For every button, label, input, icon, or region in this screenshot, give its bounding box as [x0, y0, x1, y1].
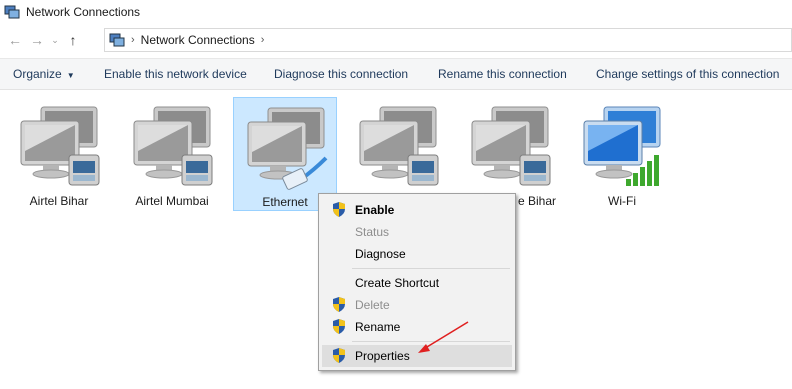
- menu-separator: [352, 268, 510, 269]
- organize-label: Organize: [13, 67, 62, 81]
- organize-dropdown-icon: ▼: [66, 71, 75, 80]
- network-device-icon: [359, 106, 439, 186]
- breadcrumb-chevron-icon[interactable]: ›: [261, 34, 265, 46]
- network-connections-icon: [4, 5, 20, 19]
- rename-connection-button[interactable]: Rename this connection: [438, 59, 567, 91]
- breadcrumb-network-connections[interactable]: Network Connections: [141, 33, 255, 47]
- menu-item-label: Create Shortcut: [355, 276, 440, 290]
- organize-button[interactable]: Organize ▼: [13, 59, 75, 91]
- back-arrow-icon[interactable]: ←: [4, 29, 26, 51]
- ethernet-adapter-icon: [247, 107, 328, 190]
- title-bar: Network Connections: [0, 0, 792, 24]
- menu-item-label: Rename: [355, 320, 401, 334]
- breadcrumb-chevron-icon[interactable]: ›: [131, 34, 135, 46]
- menu-item-create-shortcut[interactable]: Create Shortcut: [322, 272, 512, 294]
- connection-item-airtel-bihar[interactable]: Airtel Bihar: [7, 97, 111, 211]
- uac-shield-icon: [333, 297, 345, 312]
- address-bar: ← → ⌄ ↑ › Network Connections ›: [0, 26, 792, 54]
- control-panel-icon: [109, 33, 125, 47]
- up-arrow-icon[interactable]: ↑: [62, 29, 84, 51]
- forward-arrow-icon[interactable]: →: [26, 29, 48, 51]
- menu-item-enable[interactable]: Enable: [322, 199, 512, 221]
- uac-shield-icon: [333, 319, 345, 334]
- change-settings-button[interactable]: Change settings of this connection: [596, 59, 779, 91]
- connection-item-wifi[interactable]: Wi-Fi: [570, 97, 674, 211]
- annotation-arrow-icon: [418, 321, 469, 353]
- menu-item-label: Delete: [355, 298, 390, 312]
- menu-item-label: Diagnose: [355, 247, 406, 261]
- connection-label: Airtel Bihar: [29, 194, 89, 208]
- window-title: Network Connections: [26, 5, 141, 19]
- network-device-icon: [20, 106, 100, 186]
- connection-label: Wi-Fi: [608, 194, 636, 208]
- address-box[interactable]: › Network Connections ›: [104, 28, 792, 52]
- recent-locations-chevron-icon[interactable]: ⌄: [48, 29, 62, 51]
- menu-item-diagnose[interactable]: Diagnose: [322, 243, 512, 265]
- menu-item-delete[interactable]: Delete: [322, 294, 512, 316]
- uac-shield-icon: [333, 202, 345, 217]
- uac-shield-icon: [333, 348, 345, 363]
- connection-label: Airtel Mumbai: [135, 194, 209, 208]
- wifi-adapter-icon: [583, 106, 661, 186]
- connection-item-airtel-mumbai[interactable]: Airtel Mumbai: [120, 97, 224, 211]
- network-device-icon: [133, 106, 213, 186]
- menu-item-label: Status: [355, 225, 390, 239]
- network-device-icon: [471, 106, 551, 186]
- menu-item-label: Properties: [355, 349, 410, 363]
- menu-item-status[interactable]: Status: [322, 221, 512, 243]
- menu-item-label: Enable: [355, 203, 395, 217]
- diagnose-connection-button[interactable]: Diagnose this connection: [274, 59, 408, 91]
- command-bar: Organize ▼ Enable this network device Dia…: [0, 58, 792, 90]
- enable-device-button[interactable]: Enable this network device: [104, 59, 247, 91]
